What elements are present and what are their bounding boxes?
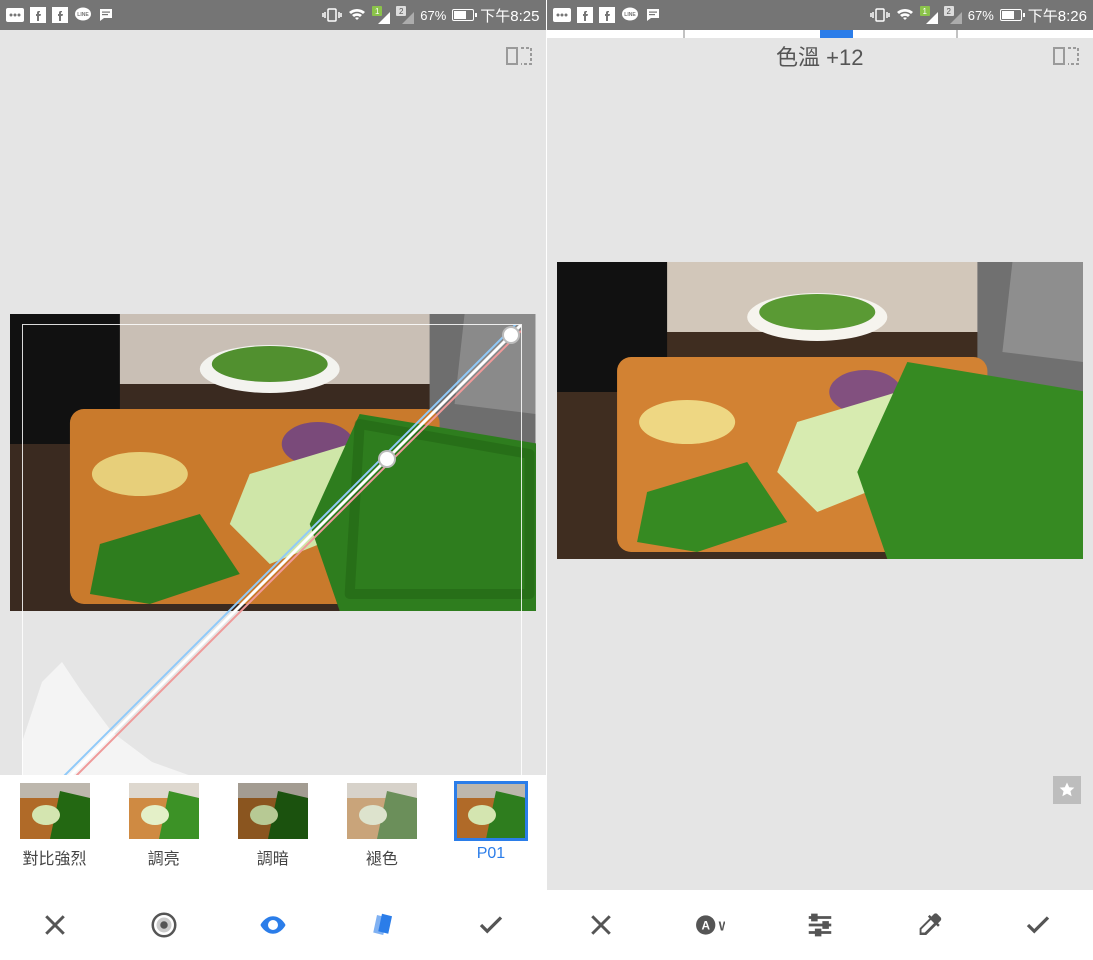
preview-image: [10, 314, 536, 611]
preset-label: 調暗: [257, 845, 289, 869]
close-button[interactable]: [571, 895, 631, 955]
preset-thumb: [238, 783, 308, 839]
compare-icon[interactable]: [1053, 45, 1079, 67]
facebook-icon: [52, 7, 68, 23]
confirm-button[interactable]: [461, 895, 521, 955]
preset-fade[interactable]: 褪色: [337, 783, 427, 869]
close-button[interactable]: [25, 895, 85, 955]
preset-brighten[interactable]: 調亮: [119, 783, 209, 869]
svg-text:LINE: LINE: [624, 12, 636, 18]
sim1-signal-icon: 1: [372, 6, 390, 24]
line-icon: LINE: [621, 7, 639, 23]
favorite-hint-icon[interactable]: [1053, 776, 1081, 804]
bottom-toolbar: [0, 890, 546, 960]
battery-percent: 67%: [420, 8, 446, 23]
eyedropper-button[interactable]: [899, 895, 959, 955]
histogram: [22, 622, 522, 775]
preset-strip: 對比強烈 調亮 調暗 褪色 P01: [0, 775, 546, 890]
sim2-signal-icon: 2: [944, 6, 962, 24]
message-icon: [98, 7, 114, 23]
screen-right: LINE 1 2 67% 下午8:26 色溫 +12: [547, 0, 1093, 960]
preview-image: [557, 262, 1084, 559]
facebook-icon: [30, 7, 46, 23]
canvas-area[interactable]: [0, 82, 546, 775]
contrast-tool-button[interactable]: [134, 895, 194, 955]
wifi-icon: [348, 8, 366, 22]
preset-thumb: [347, 783, 417, 839]
preset-contrast[interactable]: 對比強烈: [10, 783, 100, 869]
facebook-icon: [599, 7, 615, 23]
more-icon: [6, 8, 24, 22]
svg-text:W: W: [719, 918, 725, 933]
eye-tool-button[interactable]: [243, 895, 303, 955]
battery-icon: [1000, 9, 1022, 21]
canvas-area[interactable]: [547, 82, 1093, 890]
svg-text:A: A: [702, 919, 711, 932]
screen-left: LINE 1 2 67% 下午8:25: [0, 0, 546, 960]
cards-tool-button[interactable]: [352, 895, 412, 955]
adjust-slider[interactable]: [547, 30, 1093, 38]
wifi-icon: [896, 8, 914, 22]
auto-wb-button[interactable]: AW: [680, 895, 740, 955]
sliders-button[interactable]: [790, 895, 850, 955]
bottom-toolbar: AW: [547, 890, 1093, 960]
status-bar: LINE 1 2 67% 下午8:26: [547, 0, 1093, 30]
vibrate-icon: [322, 7, 342, 23]
facebook-icon: [577, 7, 593, 23]
confirm-button[interactable]: [1008, 895, 1068, 955]
preset-darken[interactable]: 調暗: [228, 783, 318, 869]
more-icon: [553, 8, 571, 22]
preset-p01[interactable]: P01: [446, 783, 536, 863]
preset-label: 褪色: [366, 845, 398, 869]
svg-text:LINE: LINE: [77, 12, 89, 18]
vibrate-icon: [870, 7, 890, 23]
status-time: 下午8:26: [1028, 5, 1087, 26]
sim2-signal-icon: 2: [396, 6, 414, 24]
battery-percent: 67%: [968, 8, 994, 23]
compare-icon[interactable]: [506, 45, 532, 67]
status-time: 下午8:25: [480, 5, 539, 26]
preset-thumb: [20, 783, 90, 839]
top-bar: 色溫 +12: [547, 30, 1093, 82]
top-bar: [0, 30, 546, 82]
status-bar: LINE 1 2 67% 下午8:25: [0, 0, 546, 30]
adjust-value-label: 色溫 +12: [776, 40, 863, 72]
message-icon: [645, 7, 661, 23]
preset-thumb: [456, 783, 526, 839]
preset-label: 調亮: [148, 845, 180, 869]
preset-label: P01: [477, 845, 505, 863]
sim1-signal-icon: 1: [920, 6, 938, 24]
line-icon: LINE: [74, 7, 92, 23]
preset-thumb: [129, 783, 199, 839]
preset-label: 對比強烈: [23, 845, 87, 869]
battery-icon: [452, 9, 474, 21]
